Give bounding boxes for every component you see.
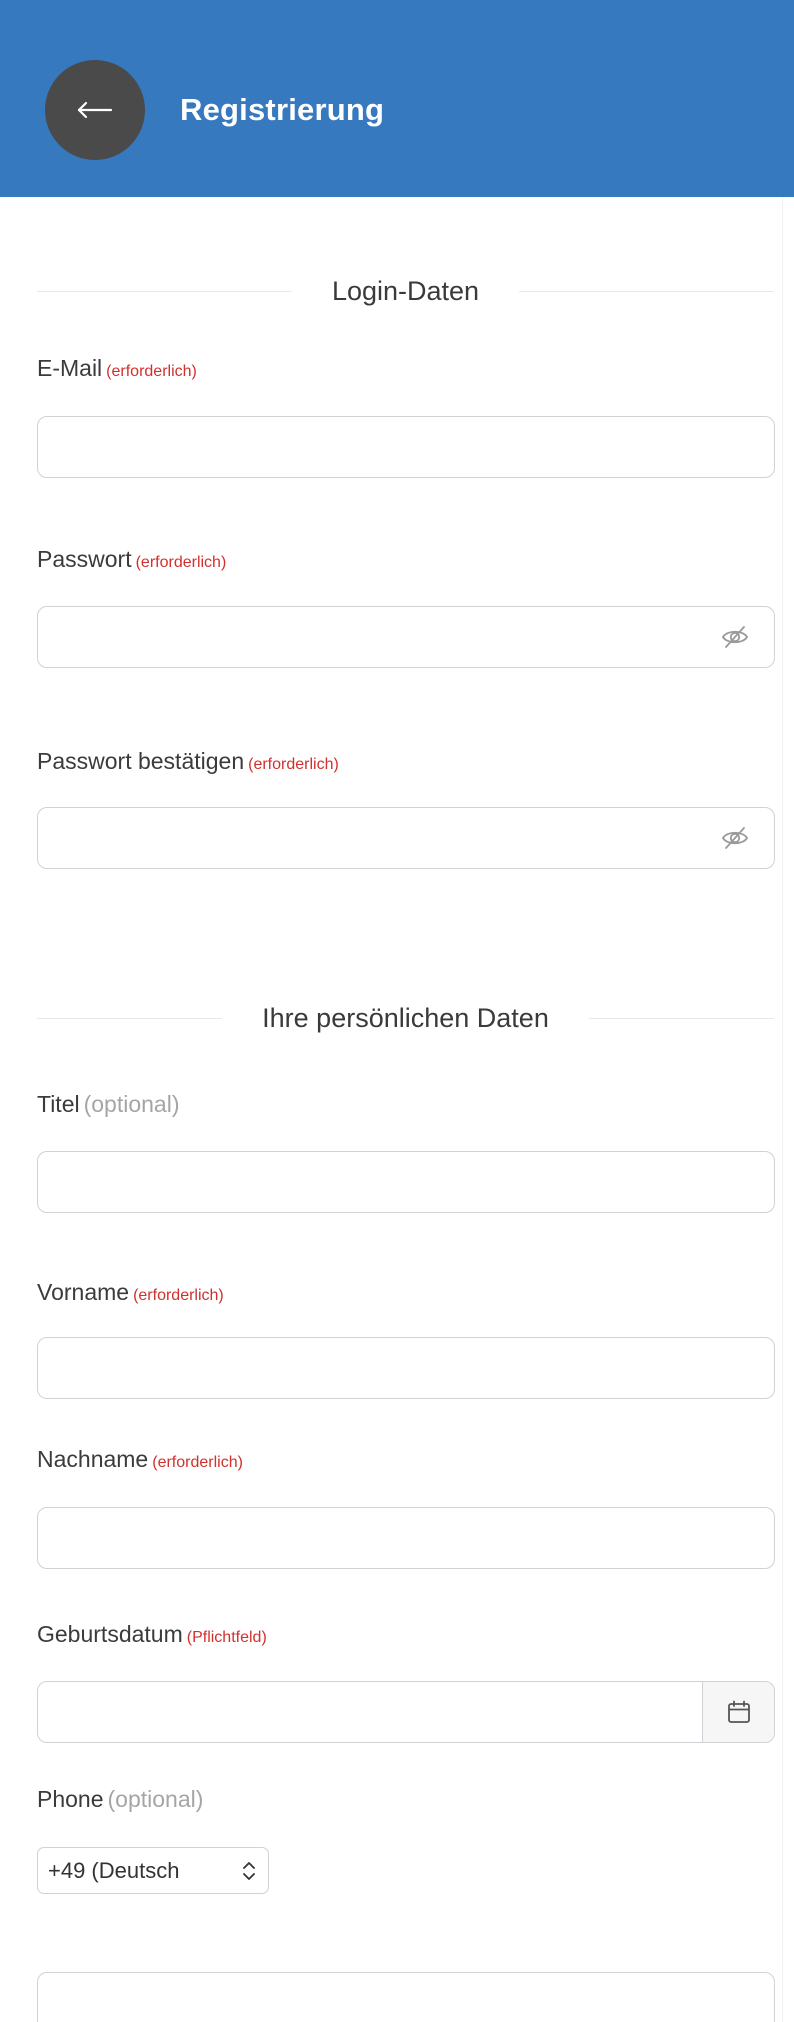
country-code-select[interactable]: +49 (Deutsch [37, 1847, 269, 1894]
email-label: E-Mail (erforderlich) [37, 355, 197, 381]
country-code-value: +49 (Deutsch [48, 1857, 180, 1883]
password-field[interactable] [37, 606, 775, 668]
eye-slash-icon [721, 626, 749, 648]
required-tag: (erforderlich) [133, 1287, 224, 1304]
chevron-up-down-icon [243, 1861, 255, 1880]
firstname-field[interactable] [37, 1337, 775, 1399]
arrow-left-icon [77, 101, 113, 119]
app-header: Registrierung [0, 0, 794, 197]
phone-label: Phone (optional) [37, 1786, 204, 1812]
toggle-password-visibility-button[interactable] [717, 619, 753, 655]
required-tag: (erforderlich) [152, 1454, 243, 1471]
divider [588, 1017, 774, 1019]
firstname-label: Vorname (erforderlich) [37, 1279, 224, 1305]
title-field[interactable] [37, 1151, 775, 1213]
title-label: Titel (optional) [37, 1091, 180, 1117]
required-tag: (Pflichtfeld) [186, 1629, 267, 1646]
password-label: Passwort (erforderlich) [37, 546, 227, 572]
required-tag: (erforderlich) [248, 756, 339, 773]
birthdate-field[interactable] [38, 1682, 702, 1742]
divider [37, 1017, 223, 1019]
eye-slash-icon [721, 827, 749, 849]
birthdate-label: Geburtsdatum (Pflichtfeld) [37, 1621, 267, 1647]
open-calendar-button[interactable] [702, 1682, 774, 1742]
optional-tag: (optional) [107, 1786, 204, 1812]
calendar-icon [727, 1700, 750, 1723]
password-confirm-label: Passwort bestätigen (erforderlich) [37, 748, 339, 774]
phone-number-field[interactable] [37, 1972, 775, 2022]
lastname-field[interactable] [37, 1507, 775, 1569]
required-tag: (erforderlich) [106, 363, 197, 380]
scroll-edge [782, 197, 794, 2022]
section-heading-login: Login-Daten [37, 271, 775, 311]
birthdate-group [37, 1681, 775, 1743]
section-title-login: Login-Daten [331, 275, 480, 306]
required-tag: (erforderlich) [135, 554, 227, 571]
optional-tag: (optional) [83, 1091, 180, 1117]
section-heading-personal: Ihre persönlichen Daten [37, 998, 774, 1038]
password-confirm-field[interactable] [37, 807, 775, 869]
toggle-password-confirm-visibility-button[interactable] [717, 820, 753, 856]
divider [37, 290, 292, 292]
email-field[interactable] [37, 416, 775, 478]
back-button[interactable] [45, 60, 145, 160]
section-title-personal: Ihre persönlichen Daten [262, 1002, 549, 1033]
lastname-label: Nachname (erforderlich) [37, 1446, 243, 1472]
divider [519, 290, 775, 292]
page-title: Registrierung [180, 92, 385, 127]
